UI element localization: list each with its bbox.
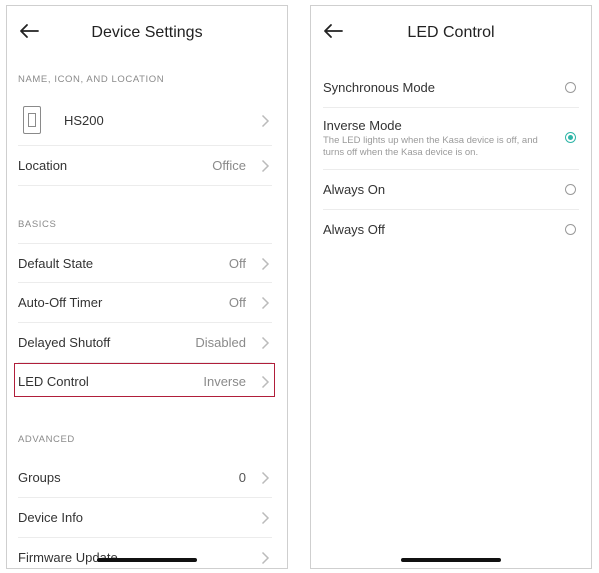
- delayed-shutoff-row[interactable]: Delayed Shutoff Disabled: [18, 323, 272, 363]
- default-state-value: Off: [228, 256, 246, 271]
- option-label: Always On: [323, 182, 386, 197]
- device-info-label: Device Info: [18, 510, 84, 525]
- chevron-right-icon: [261, 257, 270, 271]
- auto-off-timer-label: Auto-Off Timer: [18, 295, 103, 310]
- delayed-shutoff-label: Delayed Shutoff: [18, 335, 111, 350]
- chevron-right-icon: [261, 471, 270, 485]
- firmware-update-row[interactable]: Firmware Update: [18, 538, 272, 568]
- option-inverse-mode[interactable]: Inverse Mode The LED lights up when the …: [323, 108, 579, 170]
- section-header-basics: BASICS: [18, 219, 57, 230]
- option-always-on[interactable]: Always On: [323, 170, 579, 210]
- option-description: The LED lights up when the Kasa device i…: [323, 135, 538, 158]
- location-row[interactable]: Location Office: [18, 146, 272, 186]
- groups-label: Groups: [18, 470, 61, 485]
- device-name-row[interactable]: HS200: [18, 96, 272, 146]
- radio-button[interactable]: [565, 82, 576, 93]
- location-label: Location: [18, 158, 68, 173]
- option-label: Synchronous Mode: [323, 80, 436, 95]
- auto-off-timer-value: Off: [228, 295, 246, 310]
- radio-button[interactable]: [565, 184, 576, 195]
- chevron-right-icon: [261, 511, 270, 525]
- section-header-advanced: ADVANCED: [18, 434, 75, 445]
- led-control-row[interactable]: LED Control Inverse: [18, 362, 272, 402]
- location-value: Office: [212, 158, 246, 173]
- section-header-name-icon-location: NAME, ICON, AND LOCATION: [18, 74, 165, 85]
- groups-value: 0: [238, 470, 246, 485]
- option-always-off[interactable]: Always Off: [323, 210, 579, 250]
- chevron-right-icon: [261, 296, 270, 310]
- chevron-right-icon: [261, 159, 270, 173]
- auto-off-timer-row[interactable]: Auto-Off Timer Off: [18, 283, 272, 323]
- option-label: Always Off: [323, 222, 385, 237]
- page-title: LED Control: [407, 24, 495, 41]
- chevron-right-icon: [261, 114, 270, 128]
- option-label: Inverse Mode: [323, 118, 402, 133]
- home-indicator[interactable]: [401, 558, 501, 562]
- default-state-row[interactable]: Default State Off: [18, 243, 272, 283]
- chevron-right-icon: [261, 375, 270, 389]
- radio-button[interactable]: [565, 224, 576, 235]
- led-control-screen: LED Control Synchronous Mode Inverse Mod…: [310, 5, 592, 569]
- delayed-shutoff-value: Disabled: [195, 335, 246, 350]
- option-synchronous-mode[interactable]: Synchronous Mode: [323, 68, 579, 108]
- switch-device-icon: [23, 106, 41, 134]
- device-name: HS200: [64, 113, 104, 128]
- default-state-label: Default State: [18, 256, 94, 271]
- chevron-right-icon: [261, 551, 270, 565]
- device-info-row[interactable]: Device Info: [18, 498, 272, 538]
- page-title: Device Settings: [91, 24, 203, 41]
- groups-row[interactable]: Groups 0: [18, 458, 272, 498]
- device-settings-screen: Device Settings NAME, ICON, AND LOCATION…: [6, 5, 288, 569]
- home-indicator[interactable]: [97, 558, 197, 562]
- led-control-value: Inverse: [203, 374, 246, 389]
- radio-button-selected[interactable]: [565, 132, 576, 143]
- led-control-label: LED Control: [18, 374, 89, 389]
- chevron-right-icon: [261, 336, 270, 350]
